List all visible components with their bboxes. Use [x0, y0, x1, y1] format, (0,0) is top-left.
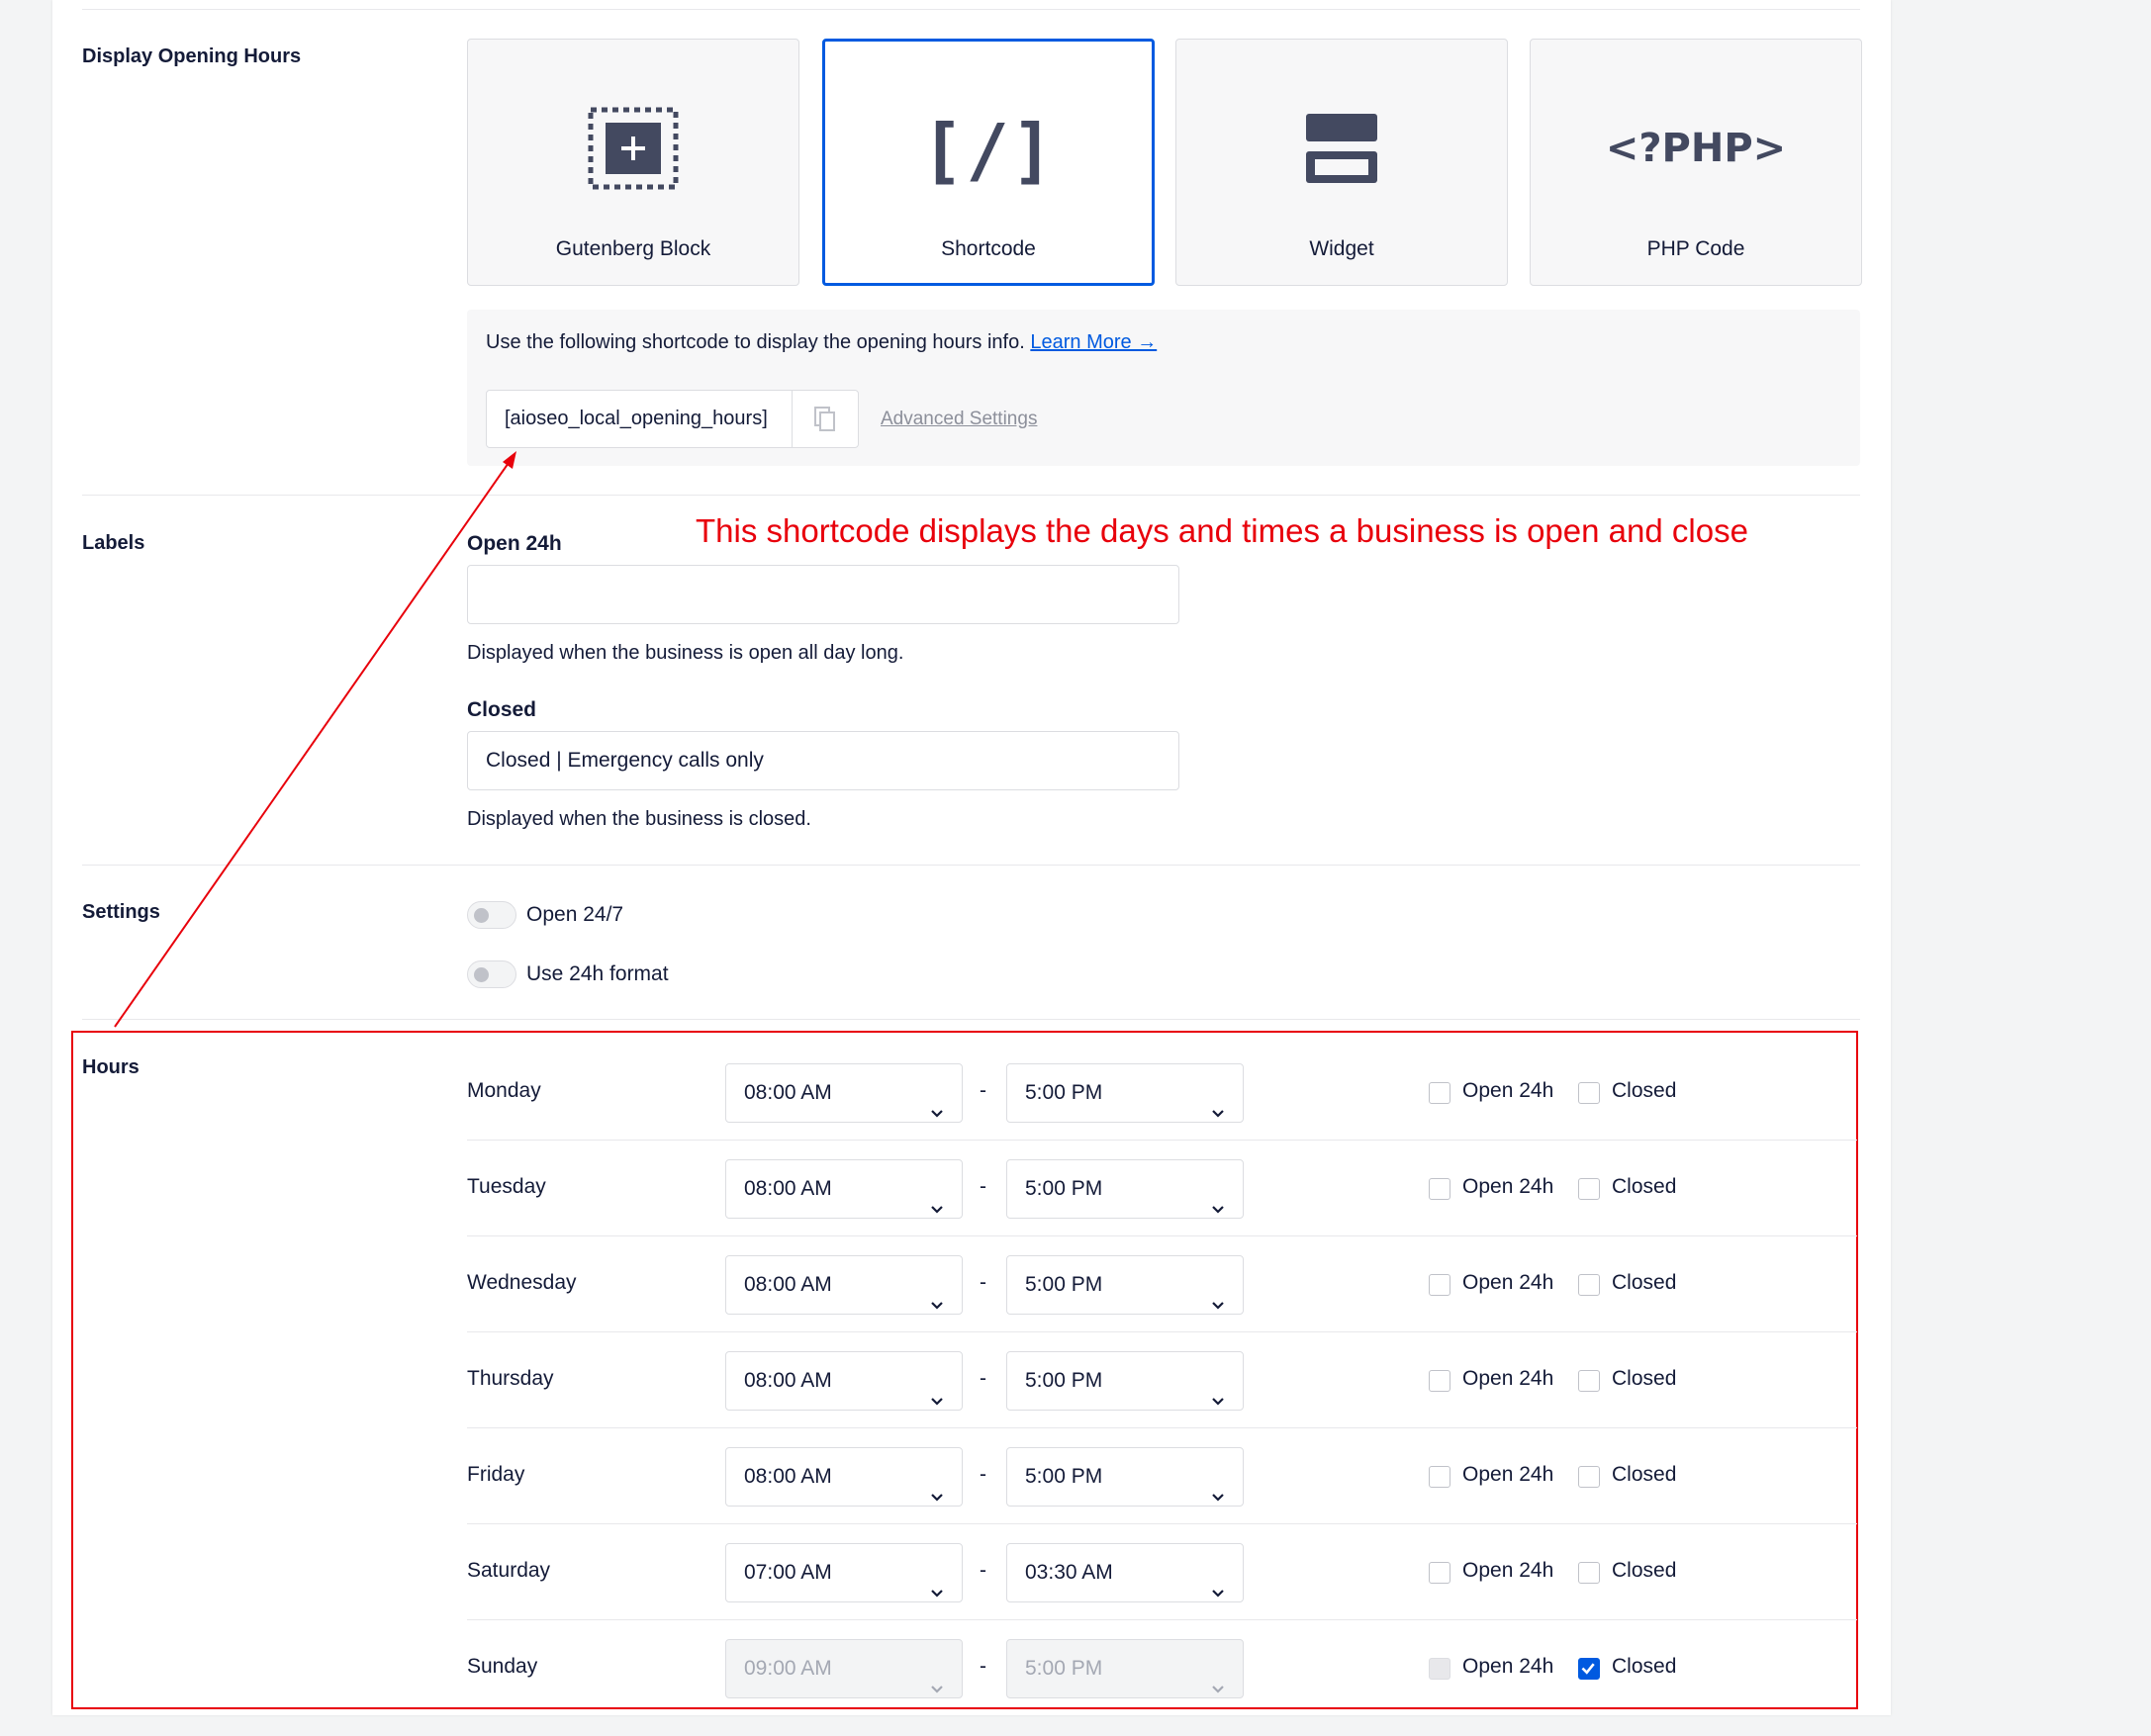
checkmark-icon [1581, 1663, 1595, 1675]
close-time-select[interactable]: 03:30 AM [1006, 1543, 1244, 1602]
open24-checkbox-label: Open 24h [1462, 1367, 1554, 1390]
day-label: Sunday [467, 1655, 538, 1678]
open-time-value: 08:00 AM [744, 1273, 832, 1296]
hours-row-sunday: Sunday 09:00 AM - 5:00 PM Open 24h Closed [467, 1620, 1857, 1716]
time-separator: - [980, 1175, 986, 1198]
time-separator: - [980, 1367, 986, 1390]
open-time-value: 09:00 AM [744, 1657, 832, 1680]
open24-checkbox-label: Open 24h [1462, 1271, 1554, 1294]
close-time-select[interactable]: 5:00 PM [1006, 1063, 1244, 1123]
closed-checkbox[interactable] [1578, 1658, 1600, 1680]
closed-checkbox[interactable] [1578, 1274, 1600, 1296]
open24-checkbox-label: Open 24h [1462, 1175, 1554, 1198]
close-time-value: 5:00 PM [1025, 1081, 1103, 1104]
time-separator: - [980, 1559, 986, 1582]
open-time-value: 08:00 AM [744, 1177, 832, 1200]
open-time-select[interactable]: 08:00 AM [725, 1255, 963, 1315]
open-time-select[interactable]: 09:00 AM [725, 1639, 963, 1698]
close-time-select[interactable]: 5:00 PM [1006, 1159, 1244, 1219]
closed-checkbox-label: Closed [1612, 1175, 1677, 1198]
chevron-down-icon [1211, 1182, 1225, 1214]
open24-checkbox-label: Open 24h [1462, 1655, 1554, 1678]
chevron-down-icon [930, 1278, 944, 1310]
open-time-select[interactable]: 07:00 AM [725, 1543, 963, 1602]
chevron-down-icon [1211, 1086, 1225, 1118]
day-label: Saturday [467, 1559, 551, 1582]
chevron-down-icon [930, 1566, 944, 1598]
closed-checkbox-label: Closed [1612, 1271, 1677, 1294]
open-time-select[interactable]: 08:00 AM [725, 1351, 963, 1411]
chevron-down-icon [1211, 1278, 1225, 1310]
close-time-value: 5:00 PM [1025, 1177, 1103, 1200]
closed-checkbox[interactable] [1578, 1178, 1600, 1200]
closed-checkbox-label: Closed [1612, 1655, 1677, 1678]
open24-checkbox[interactable] [1429, 1370, 1450, 1392]
open-time-select[interactable]: 08:00 AM [725, 1447, 963, 1507]
hours-row-saturday: Saturday 07:00 AM - 03:30 AM Open 24h Closed [467, 1524, 1857, 1620]
close-time-value: 03:30 AM [1025, 1561, 1113, 1584]
open24-checkbox[interactable] [1429, 1562, 1450, 1584]
closed-checkbox[interactable] [1578, 1562, 1600, 1584]
close-time-value: 5:00 PM [1025, 1273, 1103, 1296]
chevron-down-icon [930, 1182, 944, 1214]
hours-row-monday: Monday 08:00 AM - 5:00 PM Open 24h Closed [467, 1045, 1857, 1141]
chevron-down-icon [1211, 1470, 1225, 1502]
close-time-select[interactable]: 5:00 PM [1006, 1639, 1244, 1698]
open-time-value: 08:00 AM [744, 1081, 832, 1104]
chevron-down-icon [930, 1470, 944, 1502]
hours-row-wednesday: Wednesday 08:00 AM - 5:00 PM Open 24h Closed [467, 1236, 1857, 1332]
closed-checkbox-label: Closed [1612, 1559, 1677, 1582]
chevron-down-icon [1211, 1566, 1225, 1598]
open-time-select[interactable]: 08:00 AM [725, 1159, 963, 1219]
close-time-value: 5:00 PM [1025, 1465, 1103, 1488]
closed-checkbox[interactable] [1578, 1370, 1600, 1392]
day-label: Tuesday [467, 1175, 546, 1198]
open24-checkbox[interactable] [1429, 1082, 1450, 1104]
chevron-down-icon [1211, 1374, 1225, 1406]
closed-checkbox-label: Closed [1612, 1463, 1677, 1486]
close-time-select[interactable]: 5:00 PM [1006, 1447, 1244, 1507]
open24-checkbox[interactable] [1429, 1178, 1450, 1200]
chevron-down-icon [930, 1086, 944, 1118]
day-label: Wednesday [467, 1271, 577, 1294]
hours-row-tuesday: Tuesday 08:00 AM - 5:00 PM Open 24h Closed [467, 1141, 1857, 1236]
open24-checkbox-label: Open 24h [1462, 1079, 1554, 1102]
time-separator: - [980, 1463, 986, 1486]
close-time-select[interactable]: 5:00 PM [1006, 1351, 1244, 1411]
open-time-value: 07:00 AM [744, 1561, 832, 1584]
open24-checkbox[interactable] [1429, 1466, 1450, 1488]
hours-row-thursday: Thursday 08:00 AM - 5:00 PM Open 24h Closed [467, 1332, 1857, 1428]
closed-checkbox[interactable] [1578, 1082, 1600, 1104]
chevron-down-icon [930, 1374, 944, 1406]
open24-checkbox-label: Open 24h [1462, 1463, 1554, 1486]
time-separator: - [980, 1079, 986, 1102]
close-time-select[interactable]: 5:00 PM [1006, 1255, 1244, 1315]
open24-checkbox[interactable] [1429, 1274, 1450, 1296]
open-time-select[interactable]: 08:00 AM [725, 1063, 963, 1123]
open24-checkbox-label: Open 24h [1462, 1559, 1554, 1582]
day-label: Thursday [467, 1367, 554, 1390]
day-label: Monday [467, 1079, 541, 1102]
day-label: Friday [467, 1463, 525, 1486]
hours-row-friday: Friday 08:00 AM - 5:00 PM Open 24h Closed [467, 1428, 1857, 1524]
close-time-value: 5:00 PM [1025, 1657, 1103, 1680]
close-time-value: 5:00 PM [1025, 1369, 1103, 1392]
time-separator: - [980, 1271, 986, 1294]
time-separator: - [980, 1655, 986, 1678]
chevron-down-icon [1211, 1662, 1225, 1693]
open24-checkbox[interactable] [1429, 1658, 1450, 1680]
open-time-value: 08:00 AM [744, 1465, 832, 1488]
chevron-down-icon [930, 1662, 944, 1693]
open-time-value: 08:00 AM [744, 1369, 832, 1392]
closed-checkbox-label: Closed [1612, 1079, 1677, 1102]
closed-checkbox[interactable] [1578, 1466, 1600, 1488]
closed-checkbox-label: Closed [1612, 1367, 1677, 1390]
